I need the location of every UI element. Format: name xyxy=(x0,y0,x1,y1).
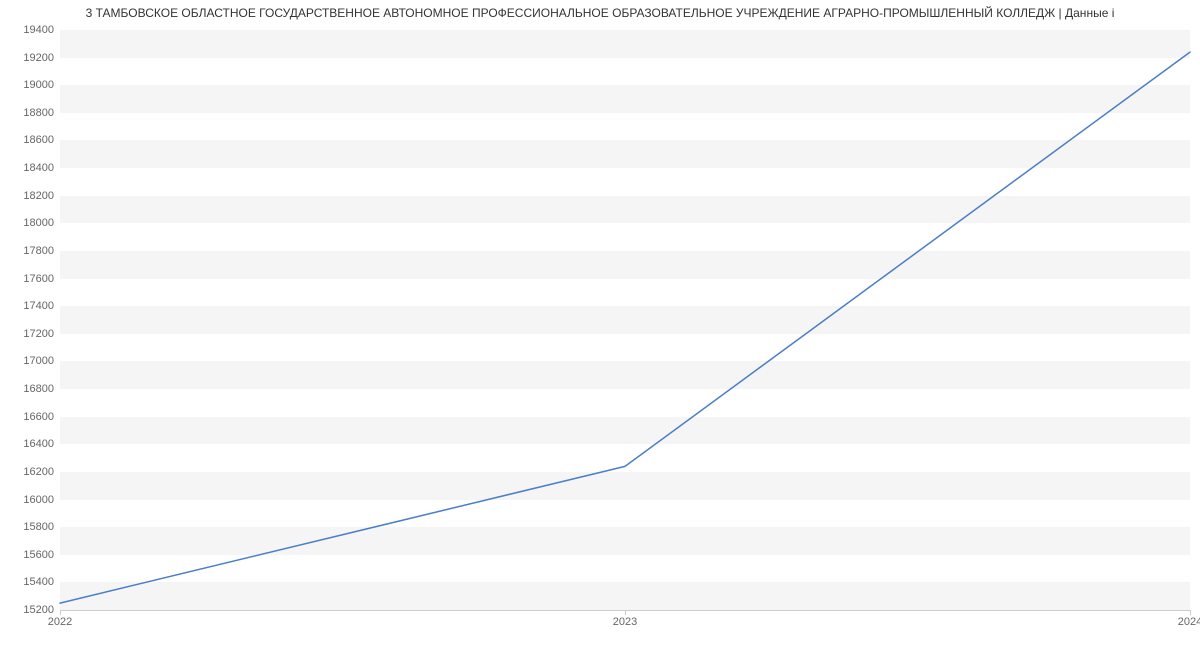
y-tick-label: 17400 xyxy=(23,300,54,312)
y-tick-label: 18200 xyxy=(23,190,54,202)
y-tick-label: 19400 xyxy=(23,24,54,36)
x-tick-label: 2024 xyxy=(1178,616,1200,628)
y-tick-label: 15200 xyxy=(23,604,54,616)
x-tick-label: 2022 xyxy=(48,616,72,628)
y-tick-label: 15600 xyxy=(23,549,54,561)
y-tick-label: 19000 xyxy=(23,79,54,91)
plot-area xyxy=(60,30,1190,610)
y-tick-label: 17200 xyxy=(23,328,54,340)
y-tick-label: 18800 xyxy=(23,107,54,119)
chart-title: 3 ТАМБОВСКОЕ ОБЛАСТНОЕ ГОСУДАРСТВЕННОЕ А… xyxy=(0,6,1200,20)
y-tick-label: 16200 xyxy=(23,466,54,478)
y-tick-label: 19200 xyxy=(23,52,54,64)
y-tick-label: 17600 xyxy=(23,273,54,285)
y-tick-label: 18000 xyxy=(23,217,54,229)
x-tick-label: 2023 xyxy=(613,616,637,628)
y-tick-label: 15800 xyxy=(23,521,54,533)
y-tick-label: 16400 xyxy=(23,438,54,450)
y-tick-label: 18600 xyxy=(23,134,54,146)
y-tick-label: 16000 xyxy=(23,494,54,506)
y-tick-label: 16600 xyxy=(23,411,54,423)
chart-line-svg xyxy=(60,30,1190,610)
y-tick-label: 17000 xyxy=(23,355,54,367)
y-tick-label: 17800 xyxy=(23,245,54,257)
y-tick-label: 16800 xyxy=(23,383,54,395)
chart-container: 3 ТАМБОВСКОЕ ОБЛАСТНОЕ ГОСУДАРСТВЕННОЕ А… xyxy=(0,0,1200,650)
y-tick-label: 18400 xyxy=(23,162,54,174)
y-tick-label: 15400 xyxy=(23,576,54,588)
